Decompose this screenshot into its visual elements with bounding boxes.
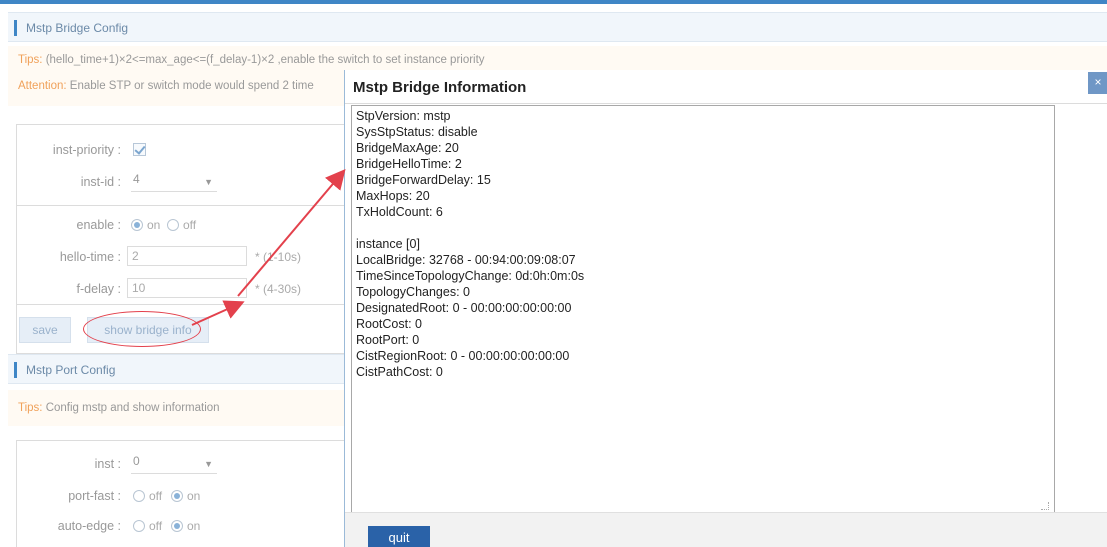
annotation-arrow-short xyxy=(191,300,245,326)
annotation-arrows xyxy=(191,168,346,326)
annotation-arrow-long xyxy=(237,168,346,297)
